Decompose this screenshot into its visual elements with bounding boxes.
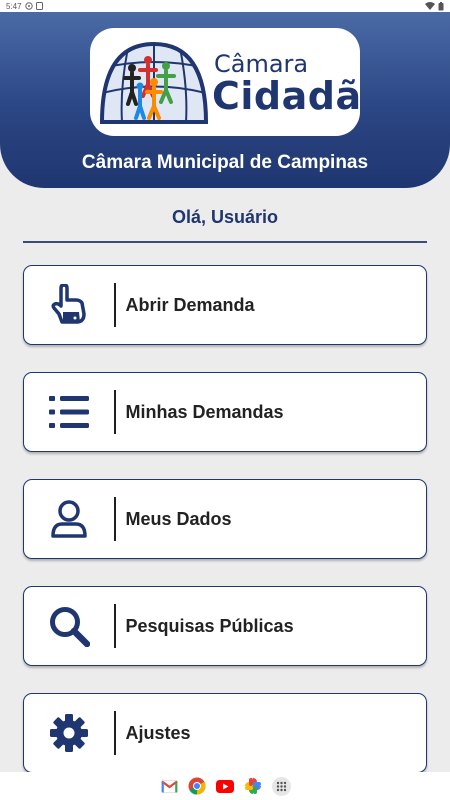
logo-text-bottom: Cidadã <box>212 74 362 118</box>
logo: Câmara Cidadã <box>90 28 362 136</box>
menu-item-pesquisas-publicas[interactable]: Pesquisas Públicas <box>23 586 427 666</box>
search-icon <box>24 587 114 665</box>
sim-icon <box>35 2 43 10</box>
menu-item-abrir-demanda[interactable]: Abrir Demanda <box>23 265 427 345</box>
menu-item-label: Minhas Demandas <box>125 401 284 422</box>
menu-separator <box>114 604 116 648</box>
menu-item-label: Pesquisas Públicas <box>125 615 294 636</box>
pointing-hand-icon <box>24 266 114 344</box>
status-bar: 5:47 <box>0 0 450 12</box>
chrome-icon[interactable] <box>188 777 207 796</box>
menu-separator <box>114 283 116 327</box>
menu-separator <box>114 390 116 434</box>
status-time: 5:47 <box>6 1 22 11</box>
menu-item-minhas-demandas[interactable]: Minhas Demandas <box>23 372 427 452</box>
youtube-icon[interactable] <box>216 777 235 796</box>
wifi-icon <box>425 2 435 10</box>
battery-icon <box>438 1 444 10</box>
gmail-icon[interactable] <box>160 777 179 796</box>
app-drawer-icon[interactable] <box>271 776 291 796</box>
app-header: Câmara Cidadã Câmara Municipal de Campin… <box>0 12 450 188</box>
notification-icon <box>24 2 33 10</box>
list-icon <box>24 373 114 451</box>
menu-item-label: Meus Dados <box>125 508 232 529</box>
photos-icon[interactable] <box>244 777 263 796</box>
menu-separator <box>114 711 116 755</box>
menu-item-meus-dados[interactable]: Meus Dados <box>23 479 427 559</box>
globe-logo-icon <box>99 41 209 124</box>
user-icon <box>24 480 114 558</box>
menu-item-label: Ajustes <box>125 722 191 743</box>
header-title: Câmara Municipal de Campinas <box>81 152 369 173</box>
navigation-bar <box>0 772 450 800</box>
gear-icon <box>24 694 114 772</box>
menu-separator <box>114 497 116 541</box>
divider <box>23 241 427 243</box>
greeting-text: Olá, Usuário <box>171 207 279 227</box>
menu-item-ajustes[interactable]: Ajustes <box>23 693 427 773</box>
menu-item-label: Abrir Demanda <box>125 294 255 315</box>
